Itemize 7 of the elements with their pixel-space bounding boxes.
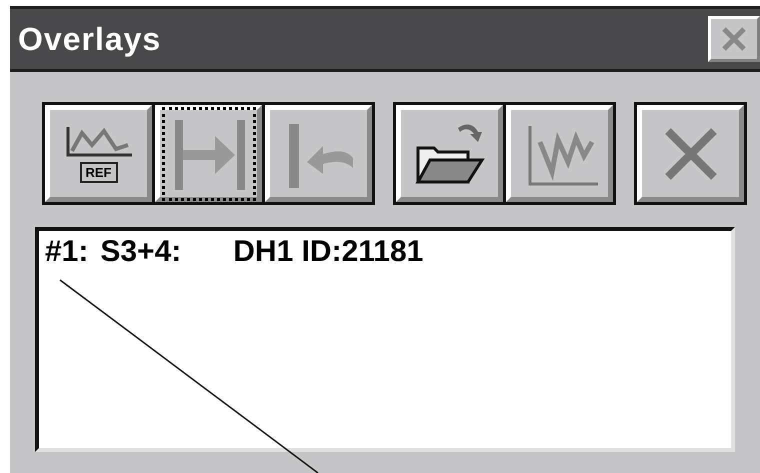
close-button[interactable]: [708, 16, 760, 62]
toolbar-button[interactable]: REF: [45, 105, 152, 202]
window-title: Overlays: [18, 20, 162, 59]
toolbar-button[interactable]: [396, 105, 503, 202]
toolbar-button[interactable]: [155, 105, 262, 202]
list-item[interactable]: #1: S3+4: DH1 ID:21181: [45, 237, 725, 267]
ref-label: REF: [80, 162, 118, 182]
